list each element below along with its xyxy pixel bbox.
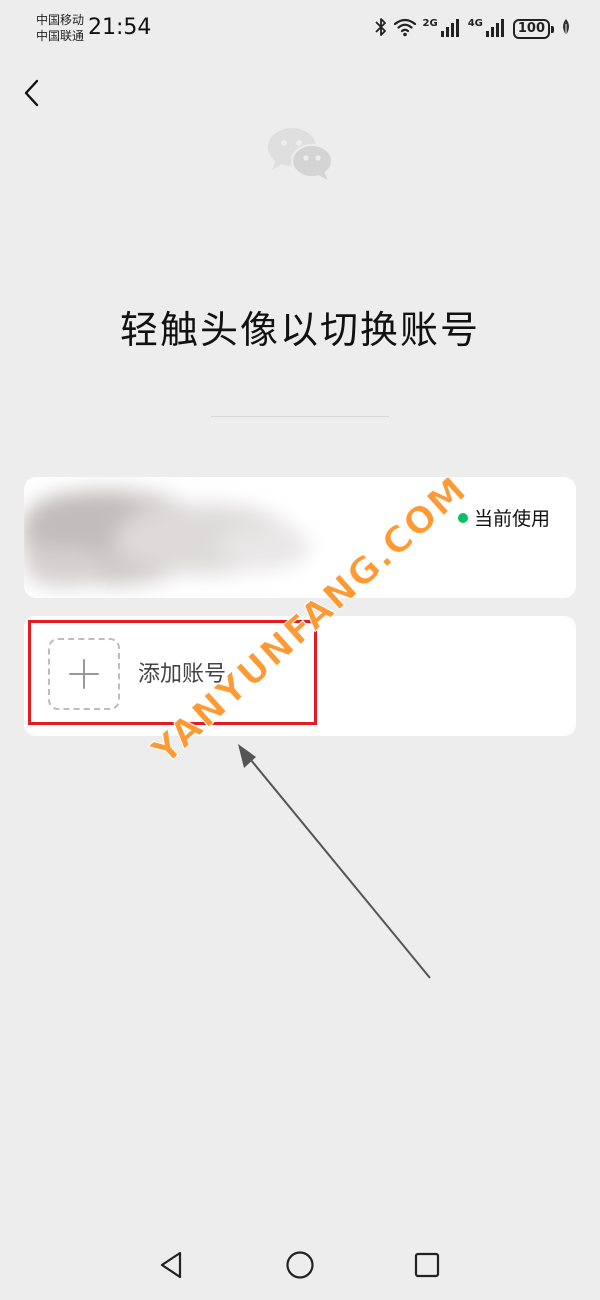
circle-home-icon — [286, 1251, 314, 1279]
active-dot-icon — [457, 512, 468, 523]
add-account-card[interactable]: 添加账号 — [24, 616, 576, 736]
add-account-button[interactable] — [48, 638, 120, 710]
current-status-label: 当前使用 — [473, 508, 550, 530]
nav-recent-button[interactable] — [412, 1250, 442, 1280]
leaf-icon — [560, 18, 572, 40]
blurred-avatar-image — [24, 489, 309, 587]
back-button[interactable] — [14, 74, 48, 112]
signal-icon-1 — [440, 17, 462, 41]
wechat-logo-icon — [266, 126, 334, 182]
carrier-info: 中国移动 中国联通 — [36, 12, 84, 44]
battery-level: 100 — [512, 19, 550, 39]
network-4g-label: 4G — [467, 17, 483, 29]
plus-icon — [69, 659, 99, 689]
wifi-icon — [393, 17, 417, 41]
carrier-2: 中国联通 — [36, 29, 85, 43]
status-icons: 2G 4G 100 — [374, 16, 572, 42]
battery-tip — [551, 25, 554, 33]
battery-icon: 100 — [512, 19, 554, 39]
signal-icon-2 — [485, 17, 507, 41]
nav-back-button[interactable] — [156, 1250, 186, 1280]
page-title: 轻触头像以切换账号 — [119, 308, 480, 352]
add-account-label: 添加账号 — [138, 662, 227, 687]
network-2g-label: 2G — [422, 17, 438, 29]
chevron-left-icon — [24, 79, 39, 107]
square-recent-icon — [414, 1252, 440, 1278]
status-bar: 中国移动 中国联通 21:54 2G 4G 100 — [0, 0, 600, 58]
carrier-1: 中国移动 — [36, 13, 85, 27]
bluetooth-icon — [374, 17, 387, 41]
current-status: 当前使用 — [457, 504, 550, 531]
nav-home-button[interactable] — [285, 1250, 315, 1280]
title-divider — [211, 416, 389, 417]
system-nav-bar — [0, 1236, 600, 1292]
status-time: 21:54 — [88, 15, 152, 40]
current-account-card[interactable]: 当前使用 — [24, 477, 576, 598]
triangle-back-icon — [160, 1251, 182, 1279]
